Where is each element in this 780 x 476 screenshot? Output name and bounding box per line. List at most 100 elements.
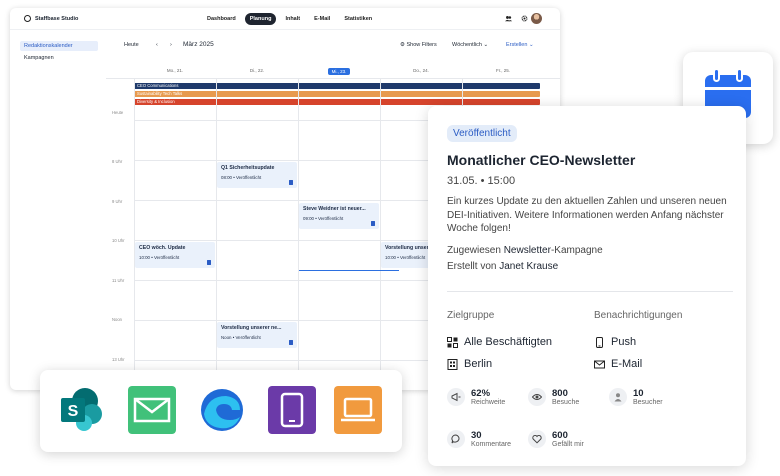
laptop-icon[interactable] [334,386,382,434]
header-divider [106,78,560,79]
event-title: Vorstellung unserer ne... [221,325,282,331]
chevron-down-icon: ⌄ [483,42,489,48]
calendar-event[interactable]: Vorstellung unserer ne... Noon • Veröffe… [217,322,297,348]
assigned-campaign-link[interactable]: Newsletter [504,245,551,256]
avatar[interactable] [531,13,542,24]
day-header: Fr., 25. [495,68,510,73]
megaphone-icon [447,388,465,406]
current-time-line [299,270,399,271]
stat-value: 62% [471,388,491,399]
notification-label: E-Mail [611,358,643,370]
mail-icon [594,360,605,368]
calendar-toolbar: Heute ‹ › März 2025 ⚙ Show Filters Wöche… [106,38,560,54]
nav-dashboard[interactable]: Dashboard [202,13,241,25]
day-header: Di., 22. [249,68,265,73]
post-description: Ein kurzes Update zu den aktuellen Zahle… [447,196,727,234]
sidebar-item-redaktionskalender[interactable]: Redaktionskalender [20,41,98,51]
stat-label: Besucher [633,399,663,406]
document-icon [207,260,211,265]
users-icon[interactable] [505,15,512,22]
day-header: Mo., 21. [166,68,184,73]
stat-label: Besuche [552,399,580,406]
audience-item: Berlin [447,358,492,370]
view-select[interactable]: Wöchentlich ⌄ [452,42,488,48]
svg-text:S: S [68,403,79,420]
comment-icon [447,430,465,448]
stat-value: 800 [552,388,568,399]
calendar-event[interactable]: Q1 Sicherheitsupdate 08:00 • Veröffentli… [217,162,297,188]
notification-label: Push [611,336,637,348]
stat-value: 30 [471,430,482,441]
filter-icon: ⚙ [400,42,405,48]
brand[interactable]: Staffbase Studio [24,15,78,22]
tablet-icon[interactable] [268,386,316,434]
audience-heading: Zielgruppe [447,310,495,321]
sidebar: Redaktionskalender Kampagnen [10,30,106,390]
campaign-banner[interactable]: CEO Communications [134,83,540,89]
chevron-down-icon: ⌄ [528,42,534,48]
assigned-campaign: Zugewiesen Newsletter-Kampagne [447,245,603,256]
next-week-button[interactable]: › [170,42,172,48]
nav-statistiken[interactable]: Statistiken [339,13,377,25]
created-by: Erstellt von Janet Krause [447,261,558,272]
nav-inhalt[interactable]: Inhalt [280,13,305,25]
show-filters-button[interactable]: ⚙ Show Filters [400,42,437,48]
event-meta: 09:00 • Veröffentlicht [303,216,344,221]
grid-icon [447,336,458,348]
hour-label: Noon [112,317,123,322]
hour-label: Heute [112,110,124,115]
calendar-event[interactable]: CEO wöch. Update 10:00 • Veröffentlicht [135,242,215,268]
divider [447,291,733,292]
created-prefix: Erstellt von [447,261,497,272]
edge-icon[interactable] [198,386,246,434]
top-bar: Staffbase Studio Dashboard Planung Inhal… [10,8,560,30]
day-header-today: Mi., 23. [298,68,380,75]
stat-value: 600 [552,430,568,441]
show-filters-label: Show Filters [406,42,437,48]
gear-icon[interactable] [521,15,528,22]
event-title: Q1 Sicherheitsupdate [221,165,275,171]
user-icon [609,388,627,406]
stat-likes: 600 Gefällt mir [528,430,584,448]
campaign-banner[interactable]: Diversity & Inclusion [134,99,540,105]
heart-icon [528,430,546,448]
assigned-suffix: -Kampagne [550,245,603,256]
calendar-event[interactable]: Steve Weidner ist neuer... 09:00 • Veröf… [299,203,379,229]
post-date: 31.05. • 15:00 [447,175,516,187]
channel-tray: S [40,370,402,452]
notification-item: Push [594,336,636,348]
stat-value: 10 [633,388,644,399]
document-icon [289,180,293,185]
campaign-banner[interactable]: Sustainability Tech Talks [134,91,540,97]
document-icon [289,340,293,345]
sharepoint-icon[interactable]: S [58,386,106,434]
hour-label: 9 Uhr [112,199,123,204]
sidebar-item-kampagnen[interactable]: Kampagnen [20,53,98,63]
today-button[interactable]: Heute [124,42,139,48]
mail-icon[interactable] [128,386,176,434]
view-select-label: Wöchentlich [452,42,482,48]
brand-logo-icon [24,15,31,22]
nav-email[interactable]: E-Mail [309,13,335,25]
status-badge: Veröffentlicht [447,125,517,142]
nav-planung[interactable]: Planung [244,13,277,25]
day-header: Do., 24. [413,68,429,73]
stat-reach: 62% Reichweite [447,388,505,406]
stat-visitors: 10 Besucher [609,388,663,406]
prev-week-button[interactable]: ‹ [156,42,158,48]
event-title: Steve Weidner ist neuer... [303,206,366,212]
hour-label: 11 Uhr [112,278,125,283]
notifications-heading: Benachrichtigungen [594,310,683,321]
stat-comments: 30 Kommentare [447,430,511,448]
audience-item: Alle Beschäftigten [447,336,552,348]
eye-icon [528,388,546,406]
stat-label: Gefällt mir [552,441,584,448]
document-icon [371,221,375,226]
stat-visits: 800 Besuche [528,388,579,406]
stat-label: Kommentare [471,441,512,448]
hour-label: 13 Uhr [112,357,125,362]
create-button[interactable]: Erstellen ⌄ [506,42,534,48]
event-meta: Noon • Veröffentlicht [221,335,261,340]
phone-icon [596,336,603,348]
building-icon [447,358,458,370]
